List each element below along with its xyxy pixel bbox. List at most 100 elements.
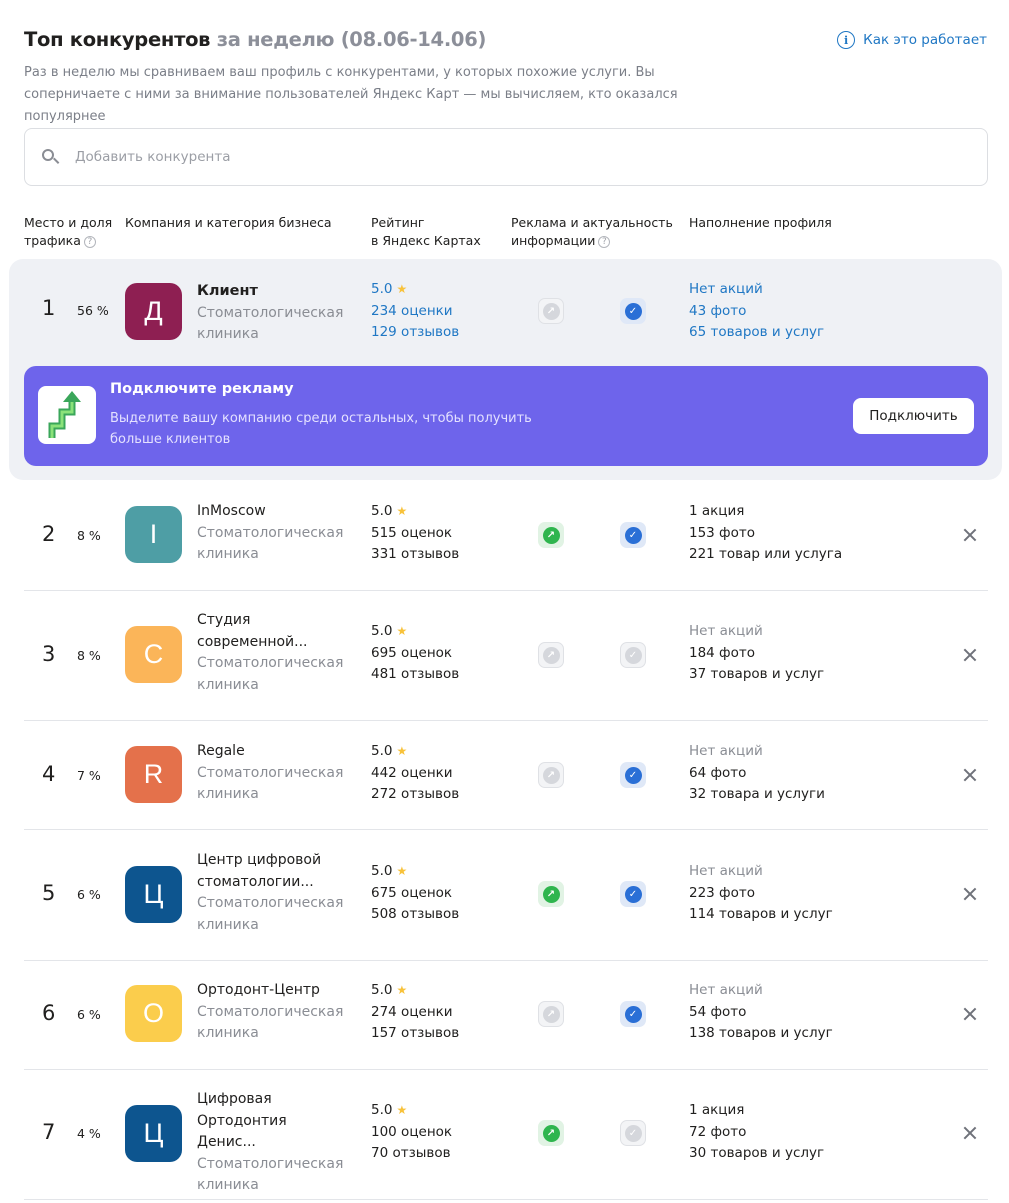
company-name: Цифровая Ортодонтия Денис... bbox=[197, 1091, 287, 1150]
question-icon[interactable]: ? bbox=[598, 235, 611, 248]
ad-active-icon: ↗ bbox=[538, 1120, 564, 1146]
place-number: 2 bbox=[42, 522, 56, 546]
profile-fill-info: Нет акций 64 фото 32 товара и услуги bbox=[689, 741, 825, 806]
ratings-count-link[interactable]: 234 оценки bbox=[371, 301, 459, 323]
rating-info: 5.0 ★ 675 оценок 508 отзывов bbox=[371, 861, 459, 926]
reviews-count: 70 отзывов bbox=[371, 1145, 451, 1161]
competitor-row[interactable]: 2 8 % I InMoscow Стоматологическая клини… bbox=[0, 480, 1009, 590]
photos-count: 223 фото bbox=[689, 884, 755, 901]
company-info: Regale Стоматологическая клиника bbox=[197, 741, 347, 806]
remove-competitor-close-icon[interactable] bbox=[961, 1124, 979, 1142]
goods-count: 138 товаров и услуг bbox=[689, 1025, 833, 1041]
place-number: 6 bbox=[42, 1001, 56, 1025]
verified-check-icon: ✓ bbox=[620, 881, 646, 907]
reviews-count: 481 отзывов bbox=[371, 666, 460, 682]
goods-link[interactable]: 65 товаров и услуг bbox=[689, 322, 824, 344]
promo-text: Выделите вашу компанию среди остальных, … bbox=[110, 411, 532, 447]
unverified-check-icon: ✓ bbox=[620, 642, 646, 668]
competitor-row[interactable]: 4 7 % R Regale Стоматологическая клиника… bbox=[0, 720, 1009, 829]
company-avatar: Ц bbox=[125, 866, 182, 923]
verified-check-icon: ✓ bbox=[620, 762, 646, 788]
photos-count: 184 фото bbox=[689, 644, 755, 661]
promos-count: 1 акция bbox=[689, 503, 745, 519]
promos-link[interactable]: Нет акций bbox=[689, 279, 824, 301]
competitor-row[interactable]: 6 6 % О Ортодонт-Центр Стоматологическая… bbox=[0, 960, 1009, 1069]
column-header-rating: Рейтинг в Яндекс Картах bbox=[371, 215, 481, 248]
rating-info: 5.0 ★ 695 оценок 481 отзывов bbox=[371, 621, 459, 686]
column-header-place: Место и доля трафика? bbox=[24, 215, 113, 248]
company-name: Ортодонт-Центр bbox=[197, 982, 320, 998]
company-name: InMoscow bbox=[197, 503, 266, 519]
ad-status-icon: ↗ bbox=[538, 762, 564, 788]
competitor-row[interactable]: 7 4 % Ц Цифровая Ортодонтия Денис... Сто… bbox=[0, 1069, 1009, 1199]
column-header-company: Компания и категория бизнеса bbox=[125, 215, 332, 230]
photos-count: 54 фото bbox=[689, 1003, 747, 1020]
competitor-row[interactable]: 3 8 % С Студия современной... Стоматолог… bbox=[0, 590, 1009, 720]
star-icon: ★ bbox=[396, 282, 408, 296]
promos-count: 1 акция bbox=[689, 1102, 745, 1118]
ratings-count: 274 оценки bbox=[371, 1003, 453, 1020]
remove-competitor-close-icon[interactable] bbox=[961, 1005, 979, 1023]
search-icon bbox=[41, 148, 60, 166]
rating-info: 5.0 ★ 515 оценок 331 отзывов bbox=[371, 501, 459, 566]
profile-fill-info: Нет акций 223 фото 114 товаров и услуг bbox=[689, 861, 833, 926]
how-it-works-link[interactable]: i Как это работает bbox=[837, 31, 987, 49]
ratings-count: 442 оценки bbox=[371, 764, 453, 781]
company-category: Стоматологическая клиника bbox=[197, 524, 344, 563]
column-header-fill: Наполнение профиля bbox=[689, 215, 832, 230]
promos-count: Нет акций bbox=[689, 743, 763, 759]
remove-competitor-close-icon[interactable] bbox=[961, 526, 979, 544]
how-it-works-label: Как это работает bbox=[863, 32, 987, 48]
photos-link[interactable]: 43 фото bbox=[689, 301, 824, 323]
title-period: за неделю (08.06-14.06) bbox=[216, 28, 487, 51]
rating-value: 5.0 bbox=[371, 1102, 393, 1118]
profile-fill-info: 1 акция 72 фото 30 товаров и услуг bbox=[689, 1100, 824, 1165]
reviews-count-link[interactable]: 129 отзывов bbox=[371, 322, 459, 344]
rating-value: 5.0 bbox=[371, 743, 393, 759]
remove-competitor-close-icon[interactable] bbox=[961, 766, 979, 784]
ratings-count: 100 оценок bbox=[371, 1123, 453, 1140]
company-avatar: О bbox=[125, 985, 182, 1042]
rating-value: 5.0 bbox=[371, 503, 393, 519]
add-competitor-search[interactable] bbox=[24, 128, 988, 186]
ad-active-icon: ↗ bbox=[538, 522, 564, 548]
goods-count: 32 товара и услуги bbox=[689, 786, 825, 802]
company-name: Клиент bbox=[197, 283, 258, 299]
promo-title: Подключите рекламу bbox=[110, 381, 294, 397]
company-name: Центр цифровой стоматологии... bbox=[197, 852, 322, 890]
info-icon: i bbox=[837, 31, 856, 49]
traffic-share: 8 % bbox=[77, 648, 101, 663]
remove-competitor-close-icon[interactable] bbox=[961, 646, 979, 664]
profile-fill-info: Нет акций 54 фото 138 товаров и услуг bbox=[689, 980, 833, 1045]
traffic-share: 56 % bbox=[77, 303, 109, 318]
remove-competitor-close-icon[interactable] bbox=[961, 885, 979, 903]
place-number: 7 bbox=[42, 1120, 56, 1144]
competitor-row-client[interactable]: 1 56 % Д Клиент Стоматологическая клиник… bbox=[0, 259, 1009, 366]
star-icon: ★ bbox=[396, 864, 408, 878]
company-category: Стоматологическая клиника bbox=[197, 1155, 344, 1194]
connect-ads-button[interactable]: Подключить bbox=[853, 398, 974, 434]
profile-fill-info: Нет акций 43 фото 65 товаров и услуг bbox=[689, 279, 824, 344]
title-main: Топ конкурентов bbox=[24, 28, 211, 51]
company-info: Ортодонт-Центр Стоматологическая клиника bbox=[197, 980, 347, 1045]
ad-active-icon: ↗ bbox=[538, 881, 564, 907]
company-category: Стоматологическая клиника bbox=[197, 304, 344, 343]
reviews-count: 331 отзывов bbox=[371, 546, 460, 562]
company-info: InMoscow Стоматологическая клиника bbox=[197, 501, 347, 566]
goods-count: 114 товаров и услуг bbox=[689, 906, 833, 922]
competitor-row[interactable]: 5 6 % Ц Центр цифровой стоматологии... С… bbox=[0, 829, 1009, 960]
star-icon: ★ bbox=[396, 504, 408, 518]
profile-fill-info: 1 акция 153 фото 221 товар или услуга bbox=[689, 501, 842, 566]
rating-info: 5.0 ★ 100 оценок 70 отзывов bbox=[371, 1100, 452, 1165]
growth-arrow-icon bbox=[38, 386, 96, 444]
ratings-count: 675 оценок bbox=[371, 884, 453, 901]
verified-check-icon: ✓ bbox=[620, 1001, 646, 1027]
star-icon: ★ bbox=[396, 983, 408, 997]
rating-value: 5.0 bbox=[371, 281, 393, 297]
star-icon: ★ bbox=[396, 624, 408, 638]
company-avatar: R bbox=[125, 746, 182, 803]
search-input[interactable] bbox=[75, 149, 935, 165]
question-icon[interactable]: ? bbox=[83, 235, 96, 248]
ad-promo-banner: Подключите рекламу Выделите вашу компани… bbox=[24, 366, 988, 466]
company-avatar: Д bbox=[125, 283, 182, 340]
